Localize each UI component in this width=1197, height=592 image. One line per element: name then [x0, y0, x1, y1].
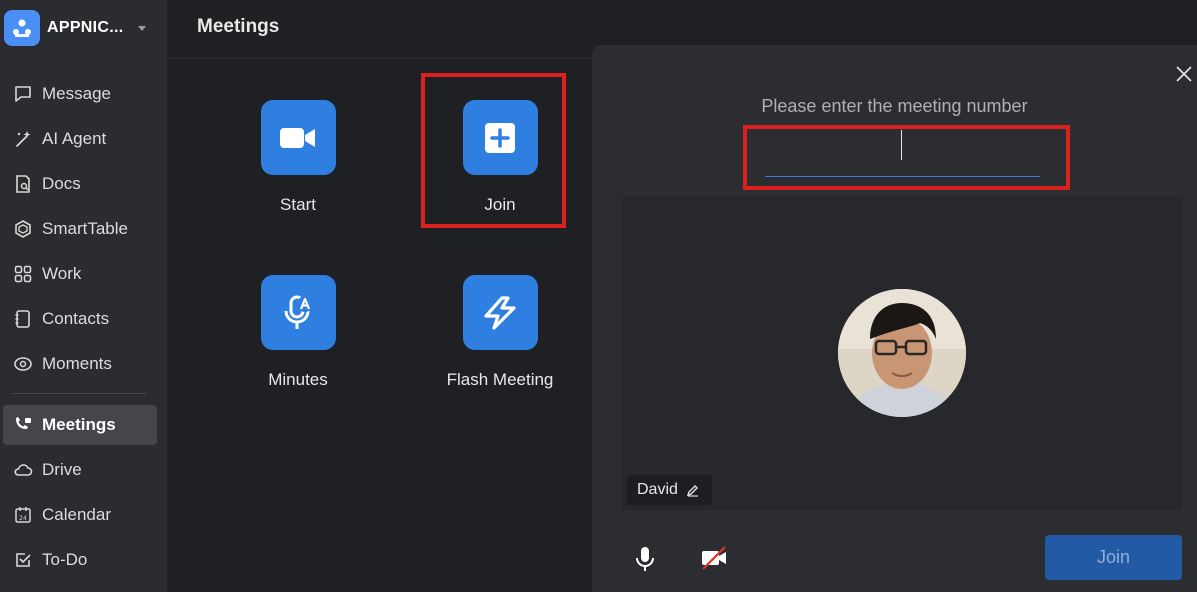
- ai-sparkle-icon: [12, 128, 34, 150]
- todo-check-icon: [12, 549, 34, 571]
- sidebar-item-label: Docs: [42, 174, 81, 193]
- join-highlight-box: [421, 73, 566, 228]
- tile-label: Minutes: [268, 370, 328, 389]
- edit-pencil-icon: [686, 485, 698, 497]
- minutes-tile[interactable]: Minutes: [223, 275, 373, 390]
- sidebar-item-drive[interactable]: Drive: [3, 450, 157, 490]
- page-title: Meetings: [197, 16, 280, 37]
- meeting-number-prompt: Please enter the meeting number: [761, 96, 1028, 116]
- close-icon[interactable]: [1175, 65, 1193, 83]
- org-logo-icon: [4, 10, 40, 46]
- sidebar-item-label: To-Do: [42, 550, 88, 569]
- flash-icon: [484, 295, 516, 330]
- join-button[interactable]: Join: [1045, 535, 1182, 580]
- chevron-down-icon[interactable]: [137, 25, 146, 31]
- microphone-icon[interactable]: [634, 545, 656, 573]
- participant-name: David: [637, 481, 678, 498]
- moments-icon: [12, 353, 34, 375]
- sidebar-item-ai-agent[interactable]: AI Agent: [3, 119, 157, 159]
- flash-meeting-tile[interactable]: Flash Meeting: [425, 275, 575, 390]
- sidebar-item-contacts[interactable]: Contacts: [3, 299, 157, 339]
- sidebar-item-calendar[interactable]: 24 Calendar: [3, 495, 157, 535]
- join-meeting-dialog: Please enter the meeting number David Jo…: [592, 45, 1197, 592]
- org-name: APPNIC...: [47, 19, 124, 36]
- sidebar-item-label: Work: [42, 264, 82, 283]
- video-preview: David: [622, 196, 1182, 510]
- message-icon: [12, 83, 34, 105]
- header-divider: [167, 58, 592, 59]
- avatar: [838, 289, 966, 417]
- sidebar-item-label: Meetings: [42, 415, 116, 434]
- tile-label: Flash Meeting: [446, 370, 554, 389]
- sidebar-item-label: Moments: [42, 354, 112, 373]
- sidebar-item-docs[interactable]: Docs: [3, 164, 157, 204]
- sidebar-item-meetings[interactable]: Meetings: [3, 405, 157, 445]
- svg-text:24: 24: [19, 515, 27, 522]
- calendar-icon: 24: [12, 504, 34, 526]
- microphone-ai-icon: [284, 295, 313, 329]
- sidebar: APPNIC... Message AI Agent Docs SmartTab…: [0, 0, 167, 592]
- sidebar-item-label: Contacts: [42, 309, 110, 328]
- input-highlight-box: [743, 125, 1070, 190]
- sidebar-item-message[interactable]: Message: [3, 74, 157, 114]
- camera-off-icon[interactable]: [700, 545, 728, 571]
- contacts-icon: [12, 308, 34, 330]
- docs-icon: [12, 173, 34, 195]
- sidebar-item-label: Drive: [42, 460, 82, 479]
- sidebar-item-label: Message: [42, 84, 111, 103]
- start-meeting-button[interactable]: [260, 100, 336, 175]
- drive-cloud-icon: [12, 459, 34, 481]
- video-camera-icon: [280, 127, 315, 148]
- sidebar-item-moments[interactable]: Moments: [3, 344, 157, 384]
- meetings-icon: [12, 414, 34, 436]
- sidebar-item-todo[interactable]: To-Do: [3, 540, 157, 580]
- start-meeting-tile[interactable]: Start: [223, 100, 373, 215]
- participant-name-tag[interactable]: David: [627, 475, 712, 505]
- sidebar-divider: [12, 393, 146, 394]
- work-grid-icon: [12, 263, 34, 285]
- org-switcher[interactable]: APPNIC...: [4, 9, 146, 47]
- sidebar-item-work[interactable]: Work: [3, 254, 157, 294]
- minutes-button[interactable]: [260, 275, 336, 350]
- sidebar-item-smarttable[interactable]: SmartTable: [3, 209, 157, 249]
- sidebar-item-label: Calendar: [42, 505, 111, 524]
- flash-meeting-button[interactable]: [462, 275, 538, 350]
- sidebar-item-label: AI Agent: [42, 129, 107, 148]
- sidebar-item-label: SmartTable: [42, 219, 128, 238]
- tile-label: Start: [280, 195, 316, 214]
- smarttable-icon: [12, 218, 34, 240]
